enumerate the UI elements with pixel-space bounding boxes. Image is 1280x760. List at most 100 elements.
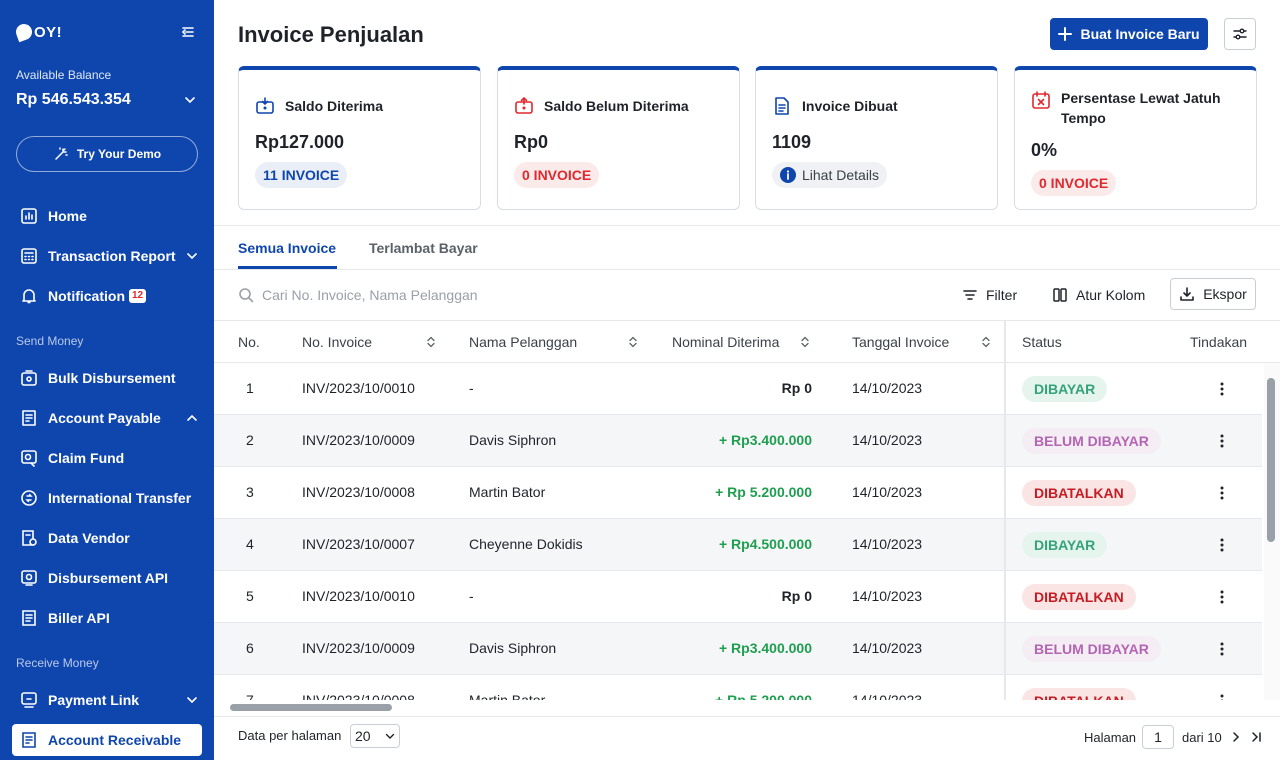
sidebar-item-label: Disbursement API xyxy=(48,570,169,586)
sidebar-item-account-payable[interactable]: Account Payable xyxy=(12,402,202,434)
next-page-icon[interactable] xyxy=(1230,731,1242,743)
sidebar-item-disbursement-api[interactable]: Disbursement API xyxy=(12,562,202,594)
sidebar-item-transaction-report[interactable]: Transaction Report xyxy=(12,240,202,272)
horizontal-scrollbar[interactable] xyxy=(230,704,392,711)
card-title: Invoice Dibuat xyxy=(802,98,898,114)
export-button[interactable]: Ekspor xyxy=(1170,278,1256,310)
card-title: Saldo Diterima xyxy=(285,98,384,114)
chevron-up-icon xyxy=(187,414,197,421)
sort-icon[interactable] xyxy=(628,336,638,348)
table-row[interactable]: 5 INV/2023/10/0010 - Rp 0 14/10/2023 DIB… xyxy=(214,571,1262,623)
sort-icon[interactable] xyxy=(426,336,436,348)
sort-icon[interactable] xyxy=(981,336,991,348)
more-options-icon[interactable] xyxy=(1218,641,1226,657)
chevron-down-icon xyxy=(385,733,395,739)
sidebar-item-label: Notification xyxy=(48,288,125,304)
last-page-icon[interactable] xyxy=(1250,731,1262,743)
wallet-pending-icon xyxy=(515,96,533,114)
sidebar-item-notification[interactable]: Notification 12 xyxy=(12,280,202,312)
try-demo-button[interactable]: Try Your Demo xyxy=(16,136,198,172)
section-label-send-money: Send Money xyxy=(16,334,84,348)
chevron-down-icon xyxy=(187,253,197,260)
sidebar-item-label: Claim Fund xyxy=(48,450,125,466)
table-row[interactable]: 3 INV/2023/10/0008 Martin Bator + Rp 5.2… xyxy=(214,467,1262,519)
sidebar-item-account-receivable[interactable]: Account Receivable xyxy=(12,724,202,756)
customer-name: Martin Bator xyxy=(469,692,546,700)
wallet-in-icon xyxy=(256,97,274,114)
amount: + Rp3.400.000 xyxy=(718,432,812,448)
column-settings-button[interactable]: Atur Kolom xyxy=(1052,282,1145,308)
card-title: Persentase Lewat Jatuh Tempo xyxy=(1061,90,1221,126)
oy-logo[interactable]: OY! xyxy=(13,20,62,44)
invoice-date: 14/10/2023 xyxy=(852,380,923,396)
sidebar-item-payment-link[interactable]: Payment Link xyxy=(12,684,202,716)
sidebar-item-bulk-disbursement[interactable]: Bulk Disbursement xyxy=(12,362,202,394)
status-badge: DIBATALKAN xyxy=(1022,480,1136,506)
magic-wand-icon xyxy=(55,147,68,160)
search-input[interactable] xyxy=(262,283,682,307)
table-row[interactable]: 6 INV/2023/10/0009 Davis Siphron + Rp3.4… xyxy=(214,623,1262,675)
row-number: 1 xyxy=(246,380,254,396)
chevron-down-icon[interactable] xyxy=(184,94,196,106)
column-header-action: Tindakan xyxy=(1190,334,1248,350)
table-row[interactable]: 4 INV/2023/10/0007 Cheyenne Dokidis + Rp… xyxy=(214,519,1262,571)
more-options-icon[interactable] xyxy=(1218,589,1226,605)
tab-semua-invoice[interactable]: Semua Invoice xyxy=(238,240,336,256)
settings-button[interactable] xyxy=(1224,18,1256,50)
customer-name: Cheyenne Dokidis xyxy=(469,536,583,552)
divider xyxy=(214,225,1280,226)
new-invoice-button[interactable]: Buat Invoice Baru xyxy=(1050,18,1208,50)
sidebar-item-claim-fund[interactable]: Claim Fund xyxy=(12,442,202,474)
column-header-amount[interactable]: Nominal Diterima xyxy=(672,334,779,350)
column-header-customer-name[interactable]: Nama Pelanggan xyxy=(469,334,577,350)
invoice-number: INV/2023/10/0008 xyxy=(302,692,415,700)
filter-label: Filter xyxy=(986,287,1018,303)
document-icon xyxy=(775,97,789,115)
more-options-icon[interactable] xyxy=(1218,693,1226,700)
sidebar-item-label: Transaction Report xyxy=(48,248,176,264)
vertical-scrollbar[interactable] xyxy=(1267,378,1275,542)
divider xyxy=(214,269,1280,270)
status-badge: DIBATALKAN xyxy=(1022,688,1136,700)
sidebar-item-label: Biller API xyxy=(48,610,110,626)
sidebar-item-label: Bulk Disbursement xyxy=(48,370,176,386)
data-vendor-icon xyxy=(20,529,38,547)
column-header-no: No. xyxy=(238,334,260,350)
sidebar-item-data-vendor[interactable]: Data Vendor xyxy=(12,522,202,554)
sidebar-item-biller-api[interactable]: Biller API xyxy=(12,602,202,634)
more-options-icon[interactable] xyxy=(1218,433,1226,449)
status-badge: BELUM DIBAYAR xyxy=(1022,428,1161,454)
table-row[interactable]: 2 INV/2023/10/0009 Davis Siphron + Rp3.4… xyxy=(214,415,1262,467)
card-persentase-jatuh-tempo: Persentase Lewat Jatuh Tempo 0% 0 INVOIC… xyxy=(1014,66,1257,210)
card-value: 1109 xyxy=(772,132,812,152)
bell-icon xyxy=(20,287,38,305)
view-details-link[interactable]: Lihat Details xyxy=(772,162,888,188)
sort-icon[interactable] xyxy=(800,336,810,348)
section-label-receive-money: Receive Money xyxy=(16,656,99,670)
card-saldo-diterima: Saldo Diterima Rp127.000 11 INVOICE xyxy=(238,66,481,210)
table-row[interactable]: 1 INV/2023/10/0010 - Rp 0 14/10/2023 DIB… xyxy=(214,363,1262,415)
table-header: No. No. Invoice Nama Pelanggan Nominal D… xyxy=(214,320,1280,363)
column-header-invoice-date[interactable]: Tanggal Invoice xyxy=(852,334,949,350)
sidebar-item-home[interactable]: Home xyxy=(12,200,202,232)
invoice-count-pill: 0 INVOICE xyxy=(1031,170,1117,196)
page-number-input[interactable]: 1 xyxy=(1142,725,1174,749)
search-icon xyxy=(239,288,254,303)
more-options-icon[interactable] xyxy=(1218,381,1226,397)
customer-name: - xyxy=(469,380,474,396)
sidebar-item-international-transfer[interactable]: International Transfer xyxy=(12,482,202,514)
amount: Rp 0 xyxy=(781,380,812,396)
collapse-sidebar-icon[interactable] xyxy=(180,24,196,40)
column-header-invoice-number[interactable]: No. Invoice xyxy=(302,334,372,350)
invoice-number: INV/2023/10/0007 xyxy=(302,536,415,552)
divider xyxy=(214,716,1280,717)
status-badge: DIBATALKAN xyxy=(1022,584,1136,610)
filter-button[interactable]: Filter xyxy=(962,282,1017,308)
per-page-select[interactable]: 20 xyxy=(350,724,400,748)
more-options-icon[interactable] xyxy=(1218,485,1226,501)
more-options-icon[interactable] xyxy=(1218,537,1226,553)
tab-terlambat-bayar[interactable]: Terlambat Bayar xyxy=(369,240,478,256)
page-title: Invoice Penjualan xyxy=(238,22,424,47)
invoice-number: INV/2023/10/0010 xyxy=(302,380,415,396)
table-row[interactable]: 7 INV/2023/10/0008 Martin Bator + Rp 5.2… xyxy=(214,675,1262,700)
